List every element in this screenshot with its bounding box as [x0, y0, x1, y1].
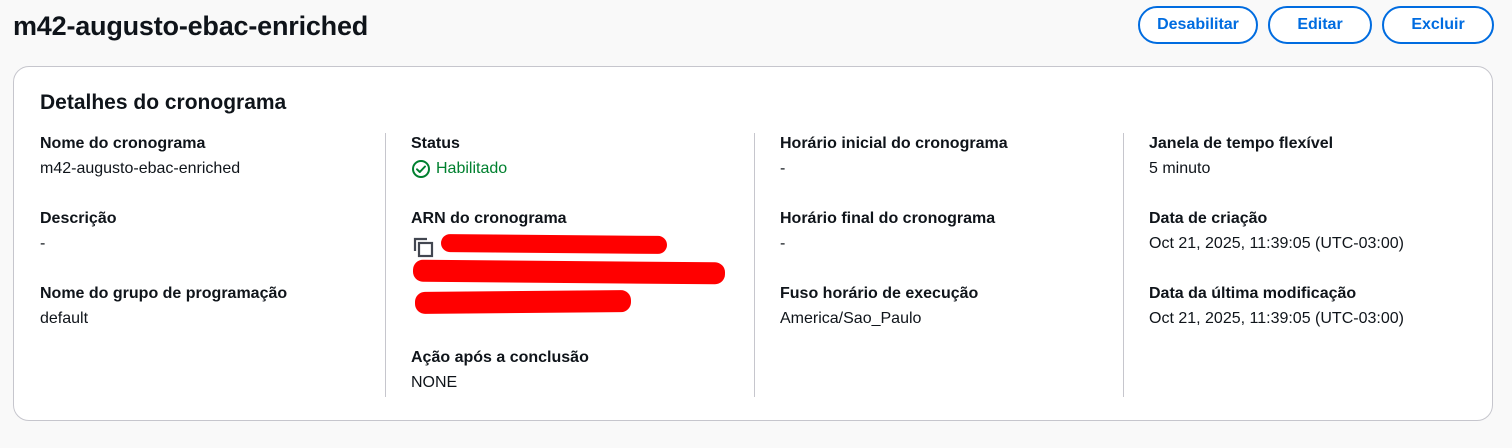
schedule-details-card: Detalhes do cronograma Nome do cronogram… [13, 66, 1493, 421]
created-value: Oct 21, 2025, 11:39:05 (UTC-03:00) [1149, 235, 1404, 252]
redaction-mark [414, 290, 632, 314]
details-column-1: Nome do cronograma m42-augusto-ebac-enri… [40, 133, 385, 397]
status-indicator: Habilitado [411, 158, 507, 180]
flex-window-value: 5 minuto [1149, 160, 1211, 177]
disable-button[interactable]: Desabilitar [1138, 6, 1258, 44]
header-actions: Desabilitar Editar Excluir [1138, 6, 1494, 44]
schedule-name-value: m42-augusto-ebac-enriched [40, 160, 241, 177]
schedule-details-page: m42-augusto-ebac-enriched Desabilitar Ed… [0, 0, 1512, 448]
card-title: Detalhes do cronograma [40, 91, 287, 114]
modified-value: Oct 21, 2025, 11:39:05 (UTC-03:00) [1149, 310, 1404, 327]
end-time-field: Horário final do cronograma - [780, 208, 995, 255]
details-column-2: Status Habilitado ARN do cronograma Ação… [385, 133, 755, 397]
modified-label: Data da última modificação [1149, 285, 1357, 302]
timezone-value: America/Sao_Paulo [780, 310, 922, 327]
schedule-name-label: Nome do cronograma [40, 135, 206, 152]
group-name-label: Nome do grupo de programação [40, 285, 288, 302]
start-time-value: - [780, 160, 786, 177]
group-name-value: default [40, 310, 89, 327]
action-after-value: NONE [411, 374, 458, 391]
arn-value-redacted [411, 233, 741, 319]
description-label: Descrição [40, 210, 117, 227]
end-time-value: - [780, 235, 786, 252]
start-time-label: Horário inicial do cronograma [780, 135, 1008, 152]
page-title: m42-augusto-ebac-enriched [13, 11, 369, 41]
timezone-field: Fuso horário de execução America/Sao_Pau… [780, 283, 978, 330]
delete-button[interactable]: Excluir [1382, 6, 1494, 44]
redaction-mark [412, 259, 726, 285]
group-name-field: Nome do grupo de programação default [40, 283, 287, 330]
details-column-4: Janela de tempo flexível 5 minuto Data d… [1123, 133, 1469, 397]
check-circle-icon [411, 159, 431, 179]
arn-label: ARN do cronograma [411, 210, 567, 227]
details-column-3: Horário inicial do cronograma - Horário … [754, 133, 1124, 397]
action-after-field: Ação após a conclusão NONE [411, 347, 589, 394]
description-value: - [40, 235, 46, 252]
redaction-mark [440, 234, 668, 254]
timezone-label: Fuso horário de execução [780, 285, 979, 302]
description-field: Descrição - [40, 208, 117, 255]
end-time-label: Horário final do cronograma [780, 210, 996, 227]
flex-window-field: Janela de tempo flexível 5 minuto [1149, 133, 1333, 180]
status-label: Status [411, 135, 460, 152]
status-field: Status Habilitado [411, 133, 507, 180]
created-label: Data de criação [1149, 210, 1268, 227]
edit-button[interactable]: Editar [1268, 6, 1372, 44]
flex-window-label: Janela de tempo flexível [1149, 135, 1334, 152]
arn-field: ARN do cronograma [411, 208, 741, 319]
copy-icon[interactable] [413, 237, 435, 259]
schedule-name-field: Nome do cronograma m42-augusto-ebac-enri… [40, 133, 240, 180]
start-time-field: Horário inicial do cronograma - [780, 133, 1008, 180]
status-value: Habilitado [436, 160, 508, 177]
created-field: Data de criação Oct 21, 2025, 11:39:05 (… [1149, 208, 1404, 255]
modified-field: Data da última modificação Oct 21, 2025,… [1149, 283, 1404, 330]
action-after-label: Ação após a conclusão [411, 349, 589, 366]
